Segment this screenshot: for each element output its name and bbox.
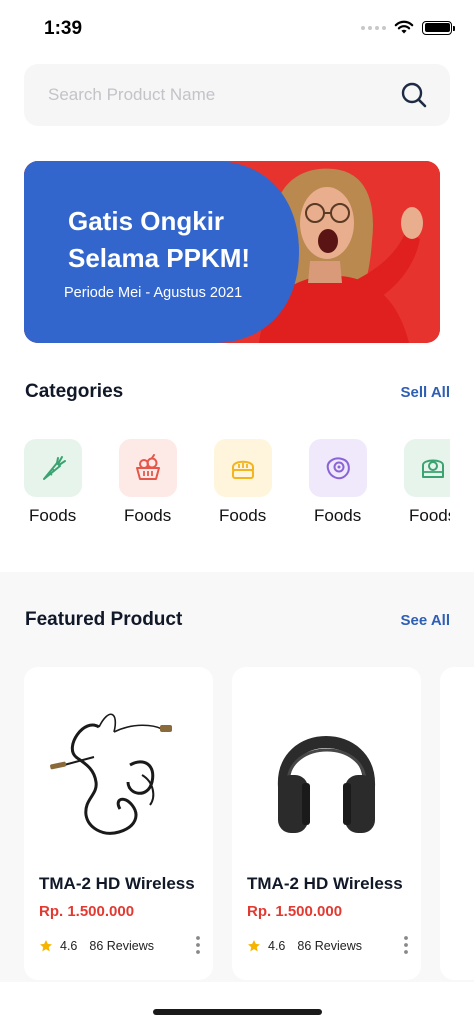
category-label: Foods [314, 506, 362, 525]
wifi-icon [394, 20, 414, 34]
home-indicator [153, 1009, 322, 1015]
category-item[interactable]: Foods [24, 439, 94, 526]
featured-see-all-link[interactable]: See All [401, 612, 450, 629]
product-price: Rp. 1.500.000 [247, 903, 343, 920]
battery-icon [422, 20, 455, 35]
category-item[interactable]: Foods [404, 439, 450, 526]
star-icon [40, 940, 52, 952]
product-rating: 4.6 [268, 939, 286, 953]
category-item[interactable]: Foods [119, 439, 189, 526]
category-tile[interactable] [214, 439, 272, 497]
categories-see-all-link[interactable]: Sell All [401, 384, 450, 401]
product-card[interactable]: TMA-2 HD Wireless Rp. 1.500.000 4.6 86 R… [232, 667, 421, 980]
meat-icon [326, 457, 350, 480]
status-time: 1:39 [44, 18, 83, 39]
product-rating: 4.6 [60, 939, 78, 953]
cellular-signal-icon [361, 25, 386, 30]
fruit-basket-icon [136, 454, 160, 480]
promo-banner[interactable]: Gatis Ongkir Selama PPKM! Periode Mei - … [24, 161, 440, 343]
product-rating-row: 4.6 86 Reviews [39, 939, 154, 953]
category-label: Foods [124, 506, 172, 525]
star-icon [248, 940, 260, 952]
bread-icon [232, 460, 254, 479]
status-icons [361, 20, 455, 35]
search-input[interactable] [48, 82, 368, 108]
category-item[interactable]: Foods [214, 439, 284, 526]
cable-icon [50, 713, 172, 835]
headphones-icon [277, 736, 376, 833]
category-tile[interactable] [24, 439, 82, 497]
product-price: Rp. 1.500.000 [39, 903, 135, 920]
product-rating-row: 4.6 86 Reviews [247, 939, 362, 953]
status-bar: 1:39 [0, 0, 474, 60]
carrot-icon [43, 456, 66, 480]
category-item[interactable]: Foods [309, 439, 379, 526]
product-card-peek[interactable] [440, 667, 474, 980]
product-name: TMA-2 HD Wireless [247, 874, 403, 893]
more-vertical-icon[interactable] [403, 935, 409, 955]
category-tile[interactable] [309, 439, 367, 497]
product-reviews: 86 Reviews [89, 939, 155, 953]
more-vertical-icon[interactable] [195, 935, 201, 955]
category-label: Foods [29, 506, 77, 525]
product-reviews: 86 Reviews [297, 939, 363, 953]
featured-title: Featured Product [25, 609, 183, 630]
search-bar[interactable] [24, 64, 450, 126]
category-label: Foods [409, 506, 450, 525]
product-name: TMA-2 HD Wireless [39, 874, 195, 893]
category-tile[interactable] [119, 439, 177, 497]
categories-title: Categories [25, 381, 124, 402]
category-tile[interactable] [404, 439, 450, 497]
banner-title: Gatis Ongkir Selama PPKM! [68, 206, 251, 273]
product-card[interactable]: TMA-2 HD Wireless Rp. 1.500.000 4.6 86 R… [24, 667, 213, 980]
banner-subtitle: Periode Mei - Agustus 2021 [64, 285, 243, 301]
cake-icon [422, 459, 444, 478]
search-icon[interactable] [400, 81, 428, 109]
category-label: Foods [219, 506, 267, 525]
categories-list: Foods Foods Foods Foods Food [24, 439, 450, 529]
